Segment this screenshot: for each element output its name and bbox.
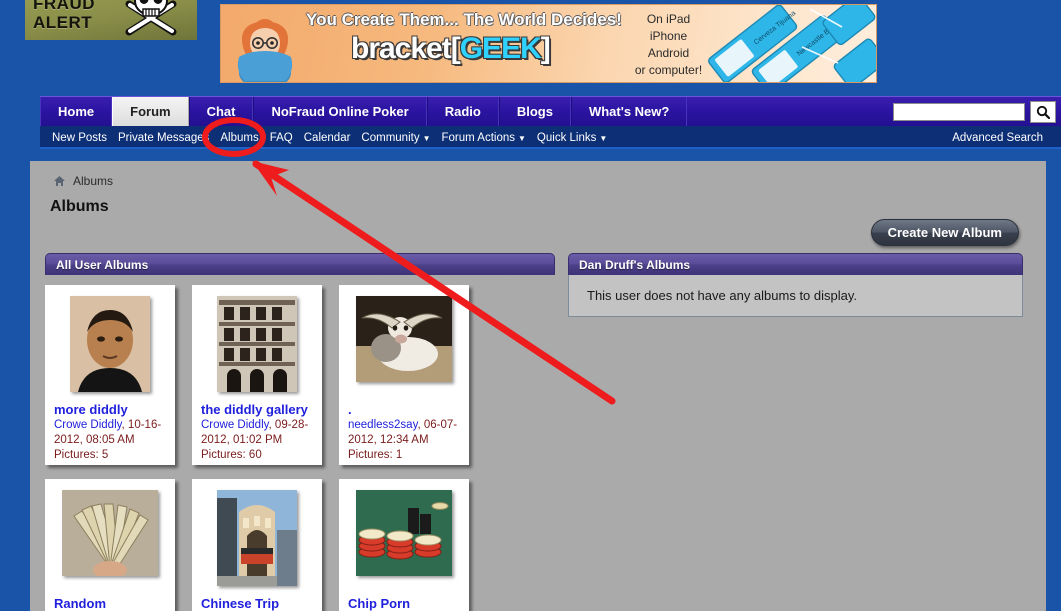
album-thumbnail[interactable] [217, 490, 297, 586]
subnav-item-label: Forum Actions [441, 131, 516, 144]
logo-text: FRAUD ALERT [33, 0, 95, 32]
nav-tab-radio[interactable]: Radio [426, 97, 499, 127]
album-subtext: Crowe Diddly, 10-16-2012, 08:05 AM Pictu… [54, 418, 168, 463]
ad-brand-suffix: ] [540, 32, 551, 65]
album-thumbnail[interactable] [70, 296, 150, 392]
album-thumbnail[interactable] [356, 490, 452, 576]
nav-tab-nofraud-online-poker[interactable]: NoFraud Online Poker [253, 97, 427, 127]
nav-tab-chat[interactable]: Chat [188, 97, 254, 127]
album-card[interactable]: . needless2say, 06-07-2012, 12:34 AM Pic… [339, 285, 469, 465]
advertisement-banner[interactable]: You Create Them... The World Decides! br… [220, 4, 877, 83]
user-albums-section: Dan Druff's Albums This user does not ha… [568, 253, 1023, 317]
album-card[interactable]: Chip Porn PLOL, 03-06-2012, [339, 479, 469, 611]
album-card[interactable]: the diddly gallery Crowe Diddly, 09-28-2… [192, 285, 322, 465]
album-author[interactable]: needless2say [348, 419, 417, 431]
money-fan-photo [62, 490, 158, 576]
album-thumbnail[interactable] [356, 296, 452, 382]
subnav-item-faq[interactable]: FAQ [270, 132, 293, 144]
album-picture-count: Pictures: 5 [54, 449, 109, 461]
album-meta: more diddly Crowe Diddly, 10-16-2012, 08… [54, 402, 168, 463]
album-subtext: needless2say, 06-07-2012, 12:34 AM Pictu… [348, 418, 462, 463]
logo-line-2: ALERT [33, 13, 93, 32]
subnav-item-private-messages[interactable]: Private Messages [118, 132, 209, 144]
subnav-item-list: New Posts Private Messages Albums FAQ Ca… [52, 126, 607, 149]
album-subtext: Crowe Diddly, 09-28-2012, 01:02 PM Pictu… [201, 418, 315, 463]
subnav-item-label: Quick Links [536, 131, 597, 144]
subnav-item-label: Community [361, 131, 420, 144]
nav-tab-forum[interactable]: Forum [112, 97, 189, 127]
chevron-down-icon: ▼ [599, 134, 608, 143]
album-title[interactable]: Chip Porn [348, 596, 462, 611]
album-author[interactable]: Crowe Diddly [201, 419, 269, 431]
album-picture-count: Pictures: 1 [348, 449, 403, 461]
album-title[interactable]: Random [54, 596, 168, 611]
portrait-photo [70, 296, 150, 392]
page-title: Albums [50, 198, 109, 215]
create-new-album-button[interactable]: Create New Album [870, 219, 1019, 246]
user-albums-empty-message: This user does not have any albums to di… [568, 275, 1023, 317]
breadcrumb: Albums [53, 174, 113, 188]
chevron-down-icon: ▼ [518, 134, 526, 143]
search-input[interactable] [893, 103, 1025, 121]
album-thumbnail[interactable] [62, 490, 158, 576]
all-user-albums-section: All User Albums more diddly Crowe Diddly… [45, 253, 555, 611]
secondary-navigation: New Posts Private Messages Albums FAQ Ca… [40, 126, 1061, 149]
album-author[interactable]: Crowe Diddly [54, 419, 122, 431]
album-meta: Chinese Trip [201, 596, 315, 611]
nav-tab-whats-new[interactable]: What's New? [570, 97, 688, 127]
ad-device-illustration: Cerveza Tijuana Newcastle Brown Ale [708, 5, 876, 82]
advanced-search-link[interactable]: Advanced Search [952, 126, 1043, 149]
album-picture-count: Pictures: 60 [201, 449, 262, 461]
ad-brand-highlight: GEEK [459, 32, 542, 65]
album-grid: more diddly Crowe Diddly, 10-16-2012, 08… [45, 285, 555, 611]
ad-mascot-illustration [237, 19, 293, 82]
poker-chips-photo [356, 490, 452, 576]
skull-and-crossbones-icon [125, 0, 177, 36]
all-user-albums-heading: All User Albums [45, 253, 555, 275]
ad-brand-prefix: bracket[ [351, 32, 461, 65]
album-meta: the diddly gallery Crowe Diddly, 09-28-2… [201, 402, 315, 463]
nav-tab-list: Home Forum Chat NoFraud Online Poker Rad… [40, 97, 688, 127]
site-header: FRAUD ALERT You Create Them... The World… [0, 0, 1061, 96]
album-thumbnail[interactable] [217, 296, 297, 392]
home-icon[interactable] [53, 175, 66, 187]
subnav-item-new-posts[interactable]: New Posts [52, 132, 107, 144]
subnav-item-calendar[interactable]: Calendar [304, 132, 351, 144]
header-search-area [860, 97, 1061, 127]
user-albums-heading: Dan Druff's Albums [568, 253, 1023, 275]
page-content: Albums Albums Create New Album All User … [30, 161, 1046, 611]
longhorn-cow-photo [356, 296, 452, 382]
subnav-item-albums[interactable]: Albums [220, 132, 258, 144]
primary-navigation: Home Forum Chat NoFraud Online Poker Rad… [40, 96, 1061, 127]
album-card[interactable]: Random mtnDew, 04-06- [45, 479, 175, 611]
search-submit-button[interactable] [1030, 101, 1056, 123]
ad-brand: bracket[GEEK] [351, 32, 551, 66]
nav-tab-blogs[interactable]: Blogs [498, 97, 571, 127]
theater-building-photo [217, 490, 297, 586]
album-meta: Random mtnDew, 04-06- [54, 596, 168, 611]
album-meta: Chip Porn PLOL, 03-06-2012, [348, 596, 462, 611]
album-meta: . needless2say, 06-07-2012, 12:34 AM Pic… [348, 402, 462, 463]
ad-headline: You Create Them... The World Decides! [306, 10, 622, 29]
magnifier-icon [1036, 105, 1050, 119]
album-title[interactable]: more diddly [54, 402, 168, 417]
album-card[interactable]: Chinese Trip [192, 479, 322, 611]
building-facade-photo [217, 296, 297, 392]
nav-tab-home[interactable]: Home [40, 97, 113, 127]
subnav-item-forum-actions[interactable]: Forum Actions ▼ [442, 132, 526, 144]
subnav-item-quick-links[interactable]: Quick Links ▼ [537, 132, 607, 144]
album-title[interactable]: the diddly gallery [201, 402, 315, 417]
album-card[interactable]: more diddly Crowe Diddly, 10-16-2012, 08… [45, 285, 175, 465]
subnav-item-community[interactable]: Community ▼ [361, 132, 430, 144]
site-logo[interactable]: FRAUD ALERT [25, 0, 197, 40]
chevron-down-icon: ▼ [422, 134, 431, 143]
logo-line-1: FRAUD [33, 0, 95, 13]
breadcrumb-label[interactable]: Albums [73, 174, 113, 188]
album-title[interactable]: . [348, 402, 462, 417]
album-title[interactable]: Chinese Trip [201, 596, 315, 611]
